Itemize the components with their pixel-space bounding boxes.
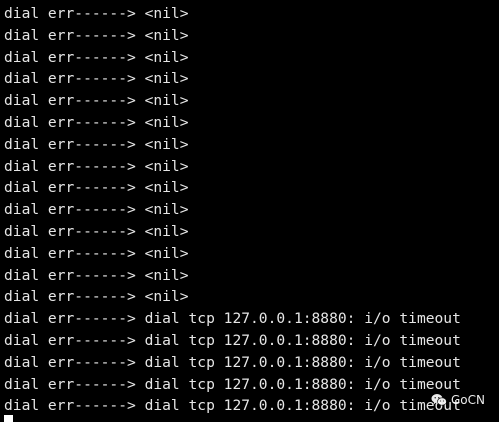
terminal-line: dial err------> <nil> [4,244,189,262]
terminal-line: dial err------> <nil> [4,26,189,44]
terminal-line: dial err------> dial tcp 127.0.0.1:8880:… [4,331,461,349]
terminal-line: dial err------> <nil> [4,5,189,22]
terminal-line: dial err------> <nil> [4,113,189,131]
terminal-line: dial err------> <nil> [4,179,189,197]
terminal-line: dial err------> <nil> [4,222,189,240]
terminal-line: dial err------> <nil> [4,135,189,153]
terminal-line: dial err------> <nil> [4,70,189,88]
terminal-line: dial err------> <nil> [4,266,189,284]
terminal-line: dial err------> dial tcp 127.0.0.1:8880:… [4,397,461,415]
terminal-line: dial err------> dial tcp 127.0.0.1:8880:… [4,353,461,371]
watermark: GoCN [431,393,485,407]
terminal-line: dial err------> <nil> [4,288,189,306]
wechat-icon [431,393,447,407]
terminal-line: dial err------> <nil> [4,48,189,66]
watermark-text: GoCN [451,393,485,407]
terminal-output: dial err------> <nil> dial err------> <n… [4,3,499,417]
terminal-line: dial err------> dial tcp 127.0.0.1:8880:… [4,375,461,393]
terminal-line: dial err------> <nil> [4,157,189,175]
terminal-cursor [4,415,13,422]
terminal-window[interactable]: dial err------> <nil> dial err------> <n… [0,0,499,422]
terminal-line: dial err------> dial tcp 127.0.0.1:8880:… [4,310,461,328]
terminal-line: dial err------> <nil> [4,201,189,219]
terminal-line: dial err------> <nil> [4,92,189,110]
